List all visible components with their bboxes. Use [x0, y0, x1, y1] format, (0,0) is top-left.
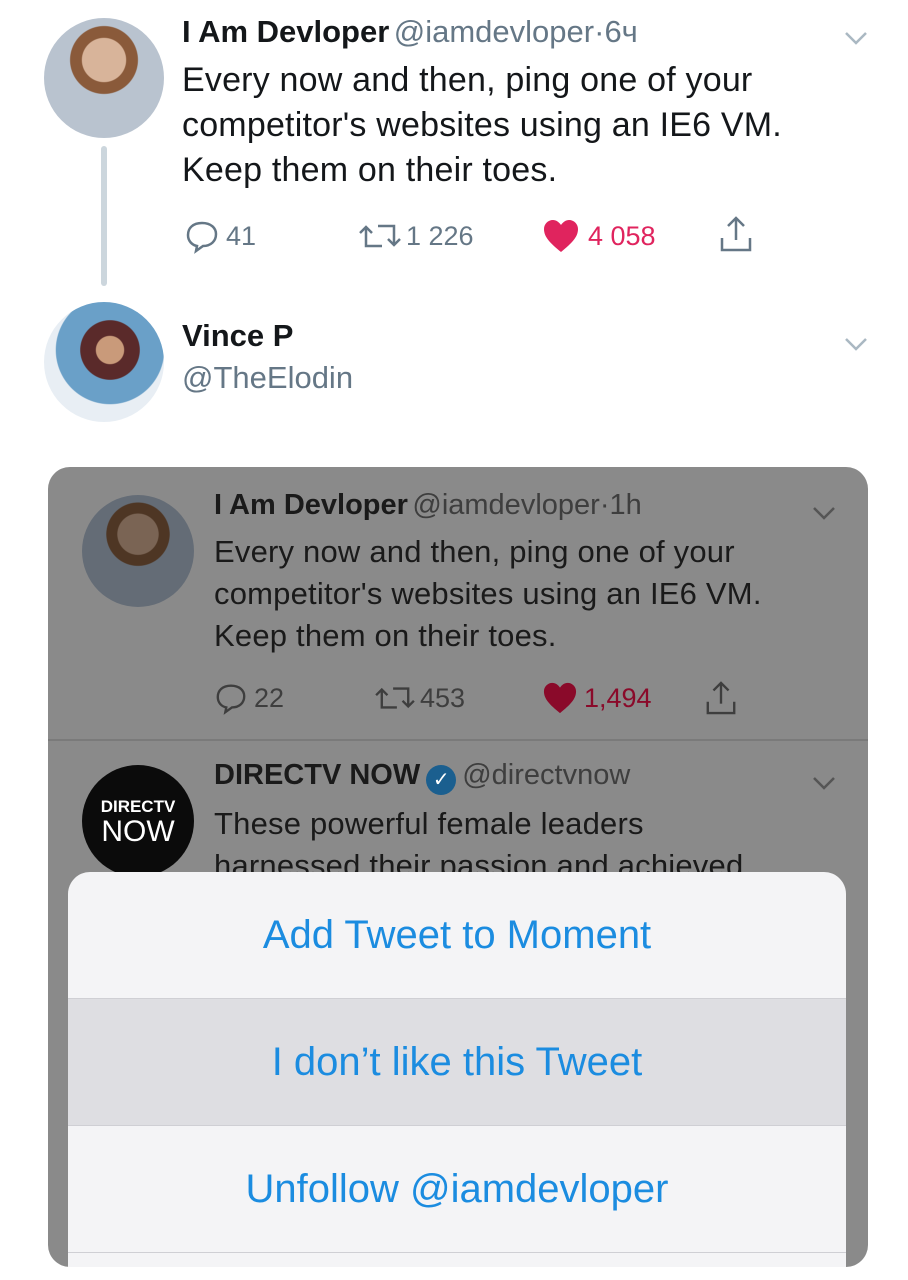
reply-action[interactable]: 41 [184, 218, 256, 254]
quoted-author-name: I Am Devloper [214, 489, 408, 521]
retweet-icon [375, 687, 415, 709]
reply-author-handle[interactable]: @TheElodin [182, 360, 353, 396]
directv-now-logo: DIRECTV NOW [82, 765, 194, 877]
quoted2-author-handle: @directvnow [462, 759, 631, 791]
quoted-text: Every now and then, ping one of your com… [214, 531, 762, 657]
quoted-text-line: Keep them on their toes. [214, 618, 557, 653]
divider [48, 739, 868, 741]
tweet-text-line: Every now and then, ping one of your [182, 61, 753, 99]
retweet-icon [359, 224, 401, 248]
share-icon[interactable] [718, 214, 754, 254]
like-action[interactable]: 4 058 [542, 218, 656, 254]
chevron-down-icon [813, 507, 835, 520]
chevron-down-icon [813, 777, 835, 790]
avatar-theelodin[interactable] [44, 302, 164, 422]
quoted-like: 1,494 [542, 681, 652, 715]
share-icon [706, 681, 736, 715]
quoted-retweet: 453 [374, 681, 465, 715]
quoted-retweet-count: 453 [420, 682, 466, 713]
author-handle[interactable]: @iamdevloper [394, 14, 594, 49]
action-sheet: Add Tweet to Moment I don’t like this Tw… [68, 872, 846, 1267]
quoted2-text-line: These powerful female leaders [214, 806, 644, 841]
quoted-reply: 22 [214, 681, 284, 715]
quoted-header: I Am Devloper @iamdevloper·1h [214, 489, 642, 522]
heart-icon [543, 682, 577, 714]
chevron-down-icon[interactable] [842, 24, 870, 52]
tweet-text-line: competitor's websites using an IE6 VM. [182, 106, 782, 144]
quoted-author-handle: @iamdevloper [412, 489, 600, 521]
retweet-action[interactable]: 1 226 [358, 218, 474, 254]
timestamp[interactable]: 6ч [604, 14, 637, 49]
quoted2-author-name: DIRECTV NOW [214, 759, 421, 791]
heart-icon [544, 220, 578, 252]
quoted-text-line: Every now and then, ping one of your [214, 534, 735, 569]
logo-line: NOW [101, 815, 175, 848]
author-name[interactable]: I Am Devloper [182, 14, 389, 49]
chevron-down-icon[interactable] [842, 330, 870, 358]
logo-line: DIRECTV [100, 797, 176, 816]
quoted-reply-count: 22 [254, 682, 285, 713]
quoted-text-line: competitor's websites using an IE6 VM. [214, 576, 762, 611]
reply-count: 41 [226, 220, 257, 251]
like-count: 4 058 [588, 220, 656, 251]
tweet-header: I Am Devloper @iamdevloper·6ч [182, 14, 842, 50]
reply-author: Vince P @TheElodin [182, 318, 353, 396]
dont-like-tweet-button[interactable]: I don’t like this Tweet [68, 999, 846, 1126]
quoted2-header: DIRECTV NOW ✓ @directvnow [214, 759, 630, 795]
reply-icon [216, 684, 246, 715]
reply-author-name[interactable]: Vince P [182, 318, 353, 354]
quoted-avatar [82, 495, 194, 607]
quoted-like-count: 1,494 [584, 682, 652, 713]
add-to-moment-button[interactable]: Add Tweet to Moment [68, 872, 846, 999]
verified-badge-icon: ✓ [426, 764, 457, 795]
thread-line [101, 146, 107, 286]
unfollow-button[interactable]: Unfollow @iamdevloper [68, 1126, 846, 1253]
separator: · [594, 14, 605, 49]
retweet-count: 1 226 [406, 220, 474, 251]
tweet-text-line: Keep them on their toes. [182, 151, 558, 189]
quoted-timestamp: 1h [609, 489, 642, 521]
reply-icon [186, 221, 218, 254]
tweet-text: Every now and then, ping one of your com… [182, 58, 862, 193]
avatar-iamdevloper[interactable] [44, 18, 164, 138]
